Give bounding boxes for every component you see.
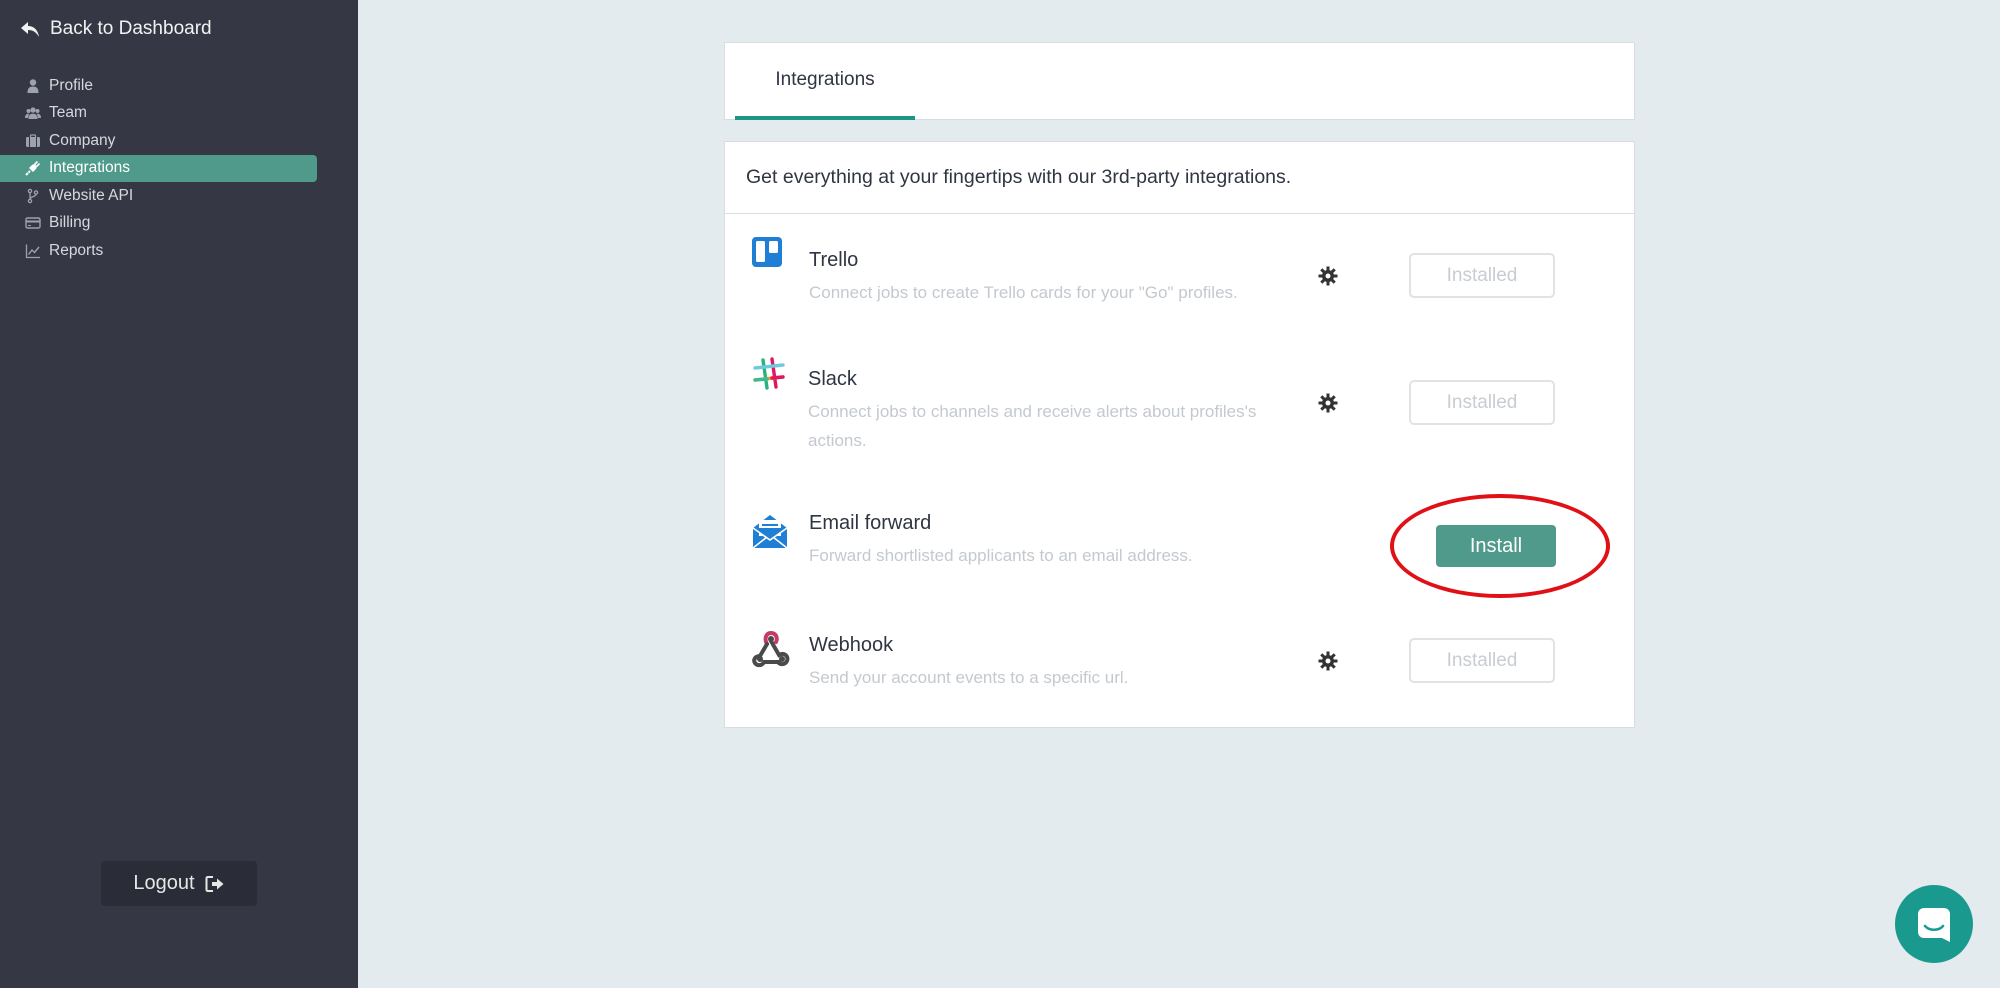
sidebar-item-label: Website API	[49, 186, 134, 204]
integration-name: Trello	[809, 249, 859, 271]
sidebar-item-billing[interactable]: Billing	[0, 210, 317, 238]
settings-nav: Profile Team Company Integrations Websit…	[0, 72, 317, 265]
email-forward-install-button[interactable]: Install	[1436, 525, 1556, 567]
integration-name: Webhook	[809, 634, 894, 656]
sidebar-item-company[interactable]: Company	[0, 127, 317, 155]
credit-card-icon	[25, 217, 41, 229]
sidebar-item-team[interactable]: Team	[0, 100, 317, 128]
sidebar-item-label: Company	[49, 131, 116, 149]
sidebar-item-reports[interactable]: Reports	[0, 237, 317, 265]
sidebar-item-integrations[interactable]: Integrations	[0, 154, 317, 182]
slack-installed-button[interactable]: Installed	[1409, 380, 1555, 425]
reply-arrow-icon	[21, 22, 39, 37]
sidebar-item-label: Team	[49, 104, 87, 122]
users-icon	[25, 107, 41, 120]
slack-icon	[753, 357, 785, 390]
sidebar: Back to Dashboard Profile Team Company I…	[0, 0, 358, 988]
tab-integrations[interactable]: Integrations	[735, 43, 915, 120]
integrations-intro: Get everything at your fingertips with o…	[725, 142, 1634, 214]
sign-out-icon	[205, 875, 224, 892]
chat-launcher-button[interactable]	[1895, 885, 1973, 963]
integration-row-webhook: Webhook Send your account events to a sp…	[725, 604, 1634, 728]
webhook-icon	[752, 630, 790, 668]
code-branch-icon	[27, 188, 39, 203]
integration-description: Send your account events to a specific u…	[809, 668, 1129, 687]
gear-icon[interactable]	[1318, 393, 1338, 413]
integration-description: Connect jobs to channels and receive ale…	[808, 402, 1257, 450]
integration-description: Forward shortlisted applicants to an ema…	[809, 546, 1193, 565]
sidebar-item-label: Billing	[49, 214, 91, 232]
integration-row-trello: Trello Connect jobs to create Trello car…	[725, 214, 1634, 334]
back-label: Back to Dashboard	[50, 18, 212, 39]
line-chart-icon	[25, 244, 40, 258]
integration-row-slack: Slack Connect jobs to channels and recei…	[725, 334, 1634, 484]
plug-icon	[25, 161, 41, 176]
user-icon	[27, 79, 39, 93]
sidebar-item-label: Reports	[49, 241, 104, 259]
integration-name: Email forward	[809, 512, 932, 534]
gear-icon[interactable]	[1318, 266, 1338, 286]
webhook-installed-button[interactable]: Installed	[1409, 638, 1555, 683]
sidebar-item-label: Profile	[49, 76, 93, 94]
integrations-panel: Get everything at your fingertips with o…	[724, 141, 1635, 728]
back-to-dashboard-link[interactable]: Back to Dashboard	[20, 14, 212, 44]
logout-label: Logout	[133, 872, 195, 894]
sidebar-item-website-api[interactable]: Website API	[0, 182, 317, 210]
gear-icon[interactable]	[1318, 651, 1338, 671]
trello-icon	[752, 237, 782, 267]
chat-icon	[1918, 908, 1950, 942]
briefcase-icon	[26, 134, 40, 147]
trello-installed-button[interactable]: Installed	[1409, 253, 1555, 298]
integration-description: Connect jobs to create Trello cards for …	[809, 283, 1238, 302]
integration-name: Slack	[808, 368, 857, 390]
sidebar-item-label: Integrations	[49, 159, 130, 177]
email-icon	[752, 515, 788, 549]
tabs-bar: Integrations	[724, 42, 1635, 120]
sidebar-item-profile[interactable]: Profile	[0, 72, 317, 100]
logout-button[interactable]: Logout	[101, 861, 257, 906]
integration-row-email-forward: Email forward Forward shortlisted applic…	[725, 484, 1634, 604]
